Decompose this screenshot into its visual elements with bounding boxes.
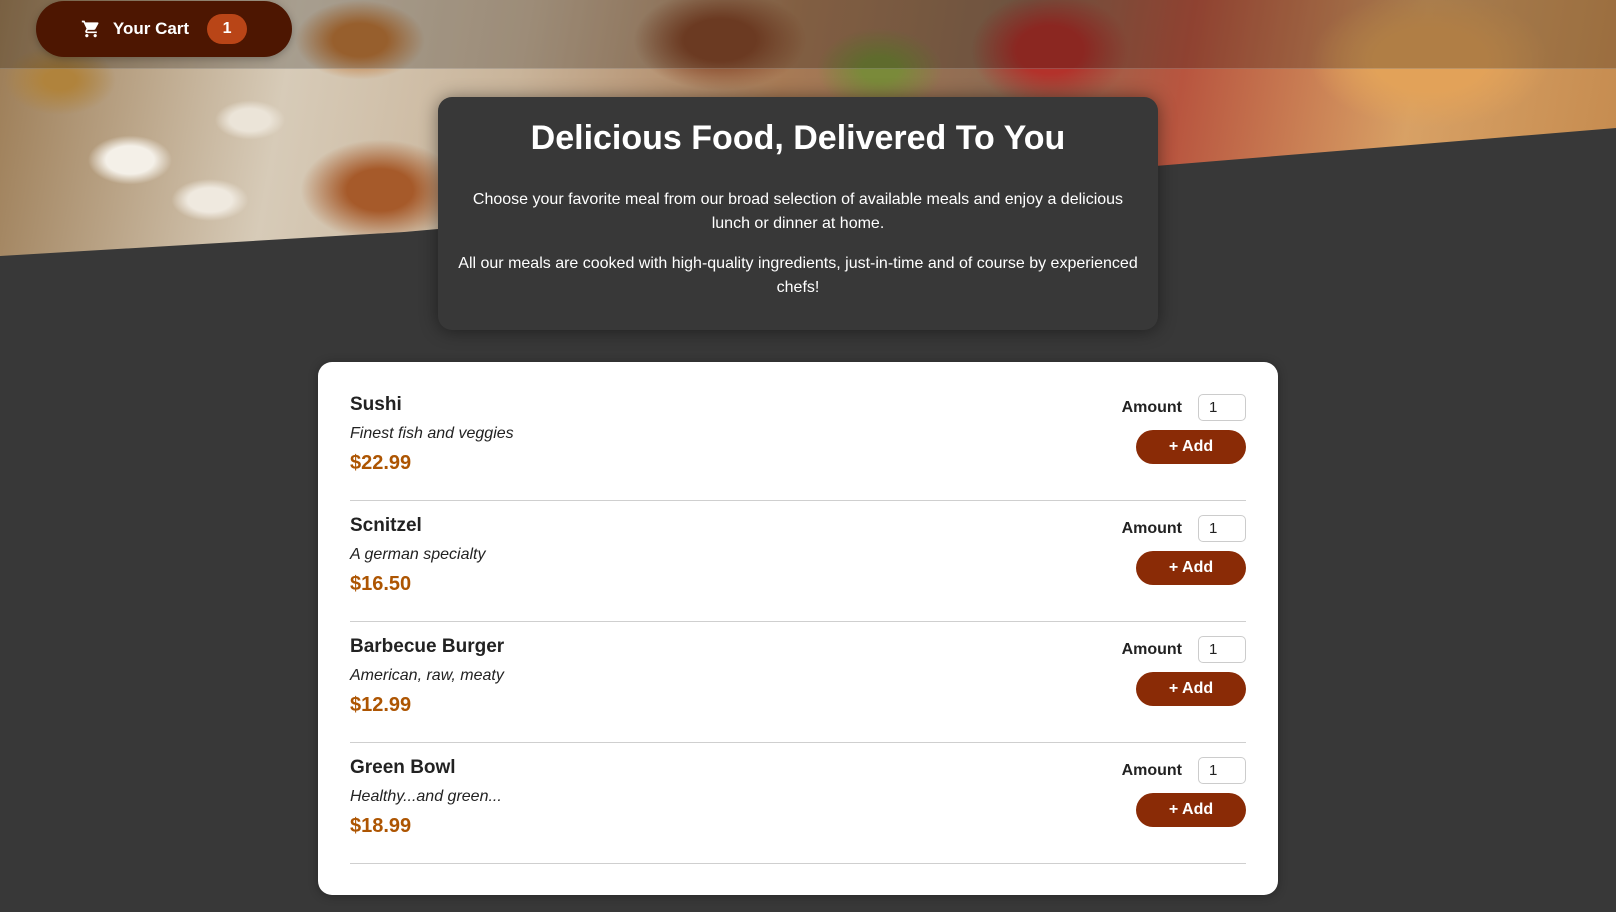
shopping-cart-icon [81,19,101,39]
amount-input[interactable] [1198,515,1246,542]
summary-title: Delicious Food, Delivered To You [530,119,1066,157]
meal-add-form: Amount + Add [1122,394,1246,500]
meal-item: Scnitzel A german specialty $16.50 Amoun… [350,501,1246,622]
meal-description: A german specialty [350,546,486,563]
meal-add-form: Amount + Add [1122,757,1246,863]
amount-label: Amount [1121,761,1182,779]
meal-info: Barbecue Burger American, raw, meaty $12… [350,636,504,742]
meal-price: $16.50 [350,573,412,595]
meal-add-form: Amount + Add [1122,636,1246,742]
amount-row: Amount [1122,636,1246,663]
meal-item: Green Bowl Healthy...and green... $18.99… [350,743,1246,864]
cart-button[interactable]: Your Cart 1 [36,1,292,57]
cart-label: Your Cart [112,19,190,38]
amount-label: Amount [1121,398,1182,416]
meal-name: Sushi [350,394,402,415]
meal-add-form: Amount + Add [1122,515,1246,621]
amount-label: Amount [1121,519,1182,537]
amount-input[interactable] [1198,757,1246,784]
meal-info: Scnitzel A german specialty $16.50 [350,515,485,621]
add-to-cart-button[interactable]: + Add [1136,430,1246,464]
cart-count-badge: 1 [207,14,248,44]
add-to-cart-button[interactable]: + Add [1136,793,1246,827]
meal-info: Sushi Finest fish and veggies $22.99 [350,394,514,500]
summary-paragraph-2: All our meals are cooked with high-quali… [458,255,1138,296]
amount-row: Amount [1122,394,1246,421]
meal-price: $22.99 [350,452,412,474]
add-to-cart-button[interactable]: + Add [1136,672,1246,706]
meal-name: Scnitzel [350,515,422,536]
meals-summary: Delicious Food, Delivered To You Choose … [438,97,1158,330]
meals-list-card: Sushi Finest fish and veggies $22.99 Amo… [318,362,1278,895]
meal-item: Barbecue Burger American, raw, meaty $12… [350,622,1246,743]
meal-description: Finest fish and veggies [350,425,514,442]
meal-description: American, raw, meaty [350,667,504,684]
add-to-cart-button[interactable]: + Add [1136,551,1246,585]
amount-row: Amount [1122,515,1246,542]
amount-input[interactable] [1198,636,1246,663]
meal-name: Barbecue Burger [350,636,505,657]
meal-item: Sushi Finest fish and veggies $22.99 Amo… [350,380,1246,501]
meal-price: $12.99 [350,694,412,716]
amount-label: Amount [1121,640,1182,658]
amount-input[interactable] [1198,394,1246,421]
meal-name: Green Bowl [350,757,456,778]
amount-row: Amount [1122,757,1246,784]
meal-description: Healthy...and green... [350,788,502,805]
meal-price: $18.99 [350,815,412,837]
summary-paragraph-1: Choose your favorite meal from our broad… [472,191,1124,232]
page: Your Cart 1 Delicious Food, Delivered To… [0,0,1616,912]
meal-info: Green Bowl Healthy...and green... $18.99 [350,757,502,863]
